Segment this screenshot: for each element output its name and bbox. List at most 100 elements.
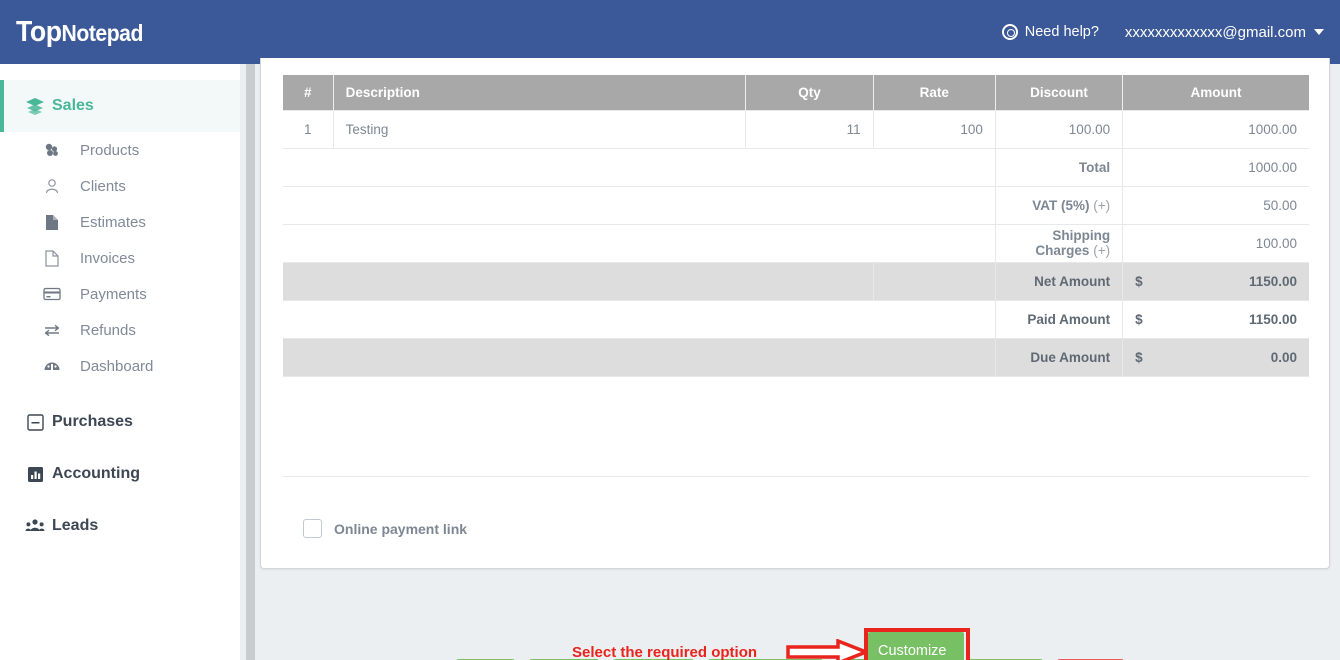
online-payment-checkbox[interactable] (303, 519, 322, 538)
cell-rate: 100 (873, 109, 996, 149)
sidebar-group-label: Leads (52, 517, 99, 534)
sidebar-item-label: Refunds (80, 321, 136, 339)
bar-chart-icon (18, 466, 52, 483)
right-arrow-icon (786, 638, 871, 660)
main-content: # Description Qty Rate Discount Amount 1… (240, 58, 1340, 660)
sidebar-group-accounting[interactable]: Accounting (0, 448, 240, 500)
sidebar-group-label: Sales (52, 97, 94, 114)
dashboard-icon (38, 359, 66, 373)
summary-value: 100.00 (1122, 224, 1309, 263)
online-payment-link-row: Online payment link (303, 519, 467, 538)
summary-row-due-amount: Due Amount $ 0.00 (283, 338, 1309, 377)
app-logo[interactable]: TopNotepad (16, 16, 143, 49)
app-root: TopNotepad Need help? xxxxxxxxxxxxx@gmai… (0, 0, 1340, 660)
table-header-row: # Description Qty Rate Discount Amount (283, 75, 1309, 110)
col-header-description: Description (333, 75, 747, 110)
sidebar-item-label: Dashboard (80, 357, 154, 375)
sidebar-sales-submenu: Products Clients Estimates Invoices Paym… (0, 132, 240, 384)
layers-icon (18, 97, 52, 115)
sidebar-item-label: Products (80, 141, 140, 159)
card-divider (283, 476, 1309, 477)
summary-value: 1150.00 (1248, 273, 1297, 289)
sidebar-item-products[interactable]: Products (38, 132, 240, 168)
annotation-text: Select the required option (572, 644, 758, 660)
col-header-qty: Qty (745, 75, 874, 110)
col-header-rate: Rate (873, 75, 996, 110)
sidebar-nav: Sales Products Clients Estimates Invoice… (0, 64, 240, 660)
currency-symbol: $ (1135, 311, 1143, 327)
summary-spacer (873, 262, 996, 301)
summary-label: Due Amount (995, 338, 1124, 377)
user-account-menu[interactable]: xxxxxxxxxxxxx@gmail.com (1125, 24, 1324, 41)
cell-qty: 11 (745, 109, 874, 149)
summary-value: 0.00 (1270, 349, 1297, 365)
need-help-link[interactable]: Need help? (1001, 24, 1099, 40)
table-row: 1 Testing 11 100 100.00 1000.00 (283, 109, 1309, 149)
summary-row-net-amount: Net Amount $ 1150.00 (283, 262, 1309, 301)
logo-text-notepad: Notepad (61, 19, 144, 46)
sidebar-group-label: Purchases (52, 413, 133, 430)
user-email-label: xxxxxxxxxxxxx@gmail.com (1124, 23, 1306, 41)
summary-row-vat: VAT (5%) (+) 50.00 (283, 186, 1309, 225)
sidebar-item-payments[interactable]: Payments (38, 276, 240, 312)
exchange-icon (38, 323, 66, 337)
summary-spacer (283, 338, 996, 377)
sidebar-group-leads[interactable]: Leads (0, 500, 240, 552)
sidebar-group-label: Accounting (52, 465, 140, 482)
invoice-line-items-table: # Description Qty Rate Discount Amount 1… (283, 75, 1309, 377)
summary-label: VAT (5%) (+) (995, 186, 1124, 225)
page-scrollbar[interactable] (240, 64, 260, 660)
people-icon (18, 518, 52, 534)
summary-value-wrap: $ 1150.00 (1122, 262, 1309, 301)
summary-modifier: (+) (1093, 243, 1111, 258)
summary-value: 1000.00 (1122, 148, 1309, 187)
logo-text-top: Top (16, 15, 62, 48)
invoice-table-head: # Description Qty Rate Discount Amount (283, 75, 1309, 110)
minus-square-icon (18, 413, 52, 431)
sidebar-group-sales[interactable]: Sales (0, 80, 240, 132)
sidebar-item-estimates[interactable]: Estimates (38, 204, 240, 240)
online-payment-label: Online payment link (334, 520, 468, 537)
summary-label: Net Amount (995, 262, 1124, 301)
summary-spacer (283, 300, 996, 339)
summary-row-shipping: Shipping Charges (+) 100.00 (283, 224, 1309, 263)
sidebar-item-invoices[interactable]: Invoices (38, 240, 240, 276)
summary-modifier: (+) (1093, 197, 1111, 213)
sidebar-item-label: Clients (80, 177, 126, 195)
sidebar-item-clients[interactable]: Clients (38, 168, 240, 204)
summary-label: Shipping Charges (+) (995, 224, 1124, 263)
dropdown-option-customize[interactable]: Customize (868, 636, 964, 660)
summary-value: 50.00 (1122, 186, 1309, 225)
sidebar-group-purchases[interactable]: Purchases (0, 396, 240, 448)
summary-row-paid-amount: Paid Amount $ 1150.00 (283, 300, 1309, 339)
cubes-icon (38, 142, 66, 158)
col-header-amount: Amount (1122, 75, 1309, 110)
summary-spacer (283, 186, 996, 225)
summary-label: Total (995, 148, 1124, 187)
cell-description: Testing (333, 109, 747, 149)
summary-value-wrap: $ 0.00 (1122, 338, 1309, 377)
summary-value-wrap: $ 1150.00 (1122, 300, 1309, 339)
summary-label-text: Total (1078, 159, 1111, 175)
sidebar-item-label: Payments (80, 285, 147, 303)
summary-label: Paid Amount (995, 300, 1124, 339)
cell-number: 1 (283, 109, 334, 149)
header-right-group: Need help? xxxxxxxxxxxxx@gmail.com (1001, 24, 1324, 41)
file-filled-icon (38, 214, 66, 231)
invoice-card: # Description Qty Rate Discount Amount 1… (260, 58, 1330, 569)
sidebar-item-dashboard[interactable]: Dashboard (38, 348, 240, 384)
file-outline-icon (38, 249, 66, 267)
col-header-number: # (283, 75, 334, 110)
currency-symbol: $ (1135, 349, 1143, 365)
sidebar-item-refunds[interactable]: Refunds (38, 312, 240, 348)
sidebar-item-label: Invoices (80, 249, 136, 267)
summary-row-total: Total 1000.00 (283, 148, 1309, 187)
invoice-table-body: 1 Testing 11 100 100.00 1000.00 Total 10… (283, 109, 1309, 377)
user-icon (38, 178, 66, 194)
cell-amount: 1000.00 (1122, 109, 1309, 149)
cell-discount: 100.00 (995, 109, 1124, 149)
col-header-discount: Discount (995, 75, 1124, 110)
top-header: TopNotepad Need help? xxxxxxxxxxxxx@gmai… (0, 0, 1340, 64)
life-ring-icon (1001, 24, 1018, 40)
sidebar-item-label: Estimates (80, 213, 146, 231)
